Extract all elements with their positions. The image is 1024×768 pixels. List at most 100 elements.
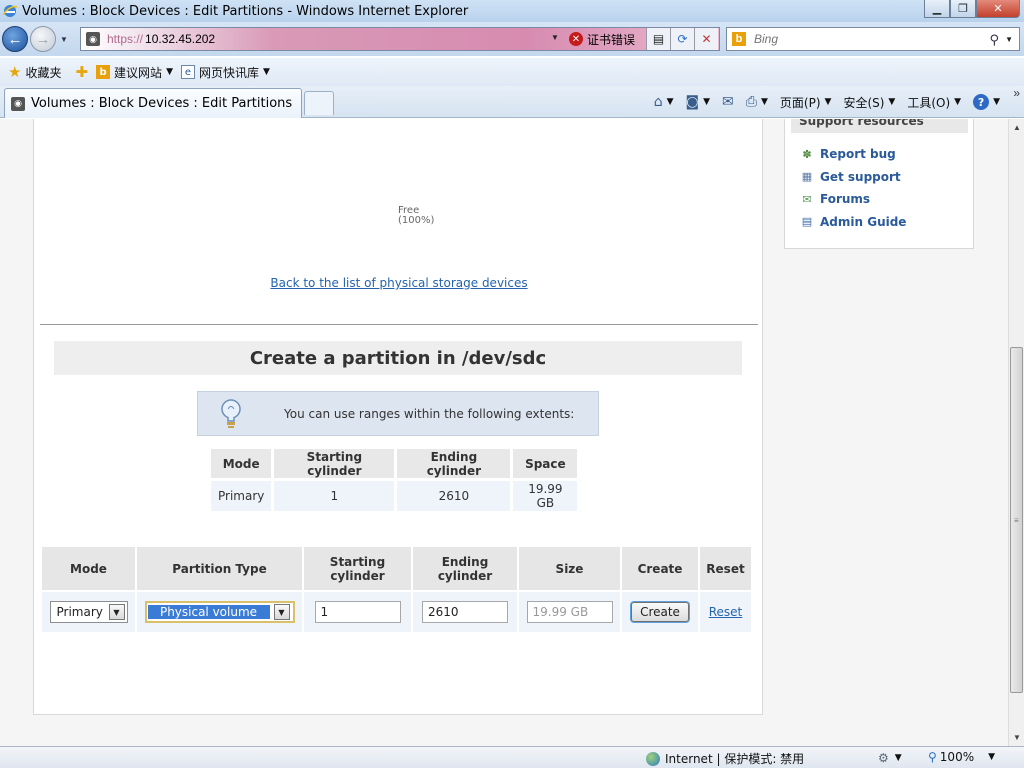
address-dropdown[interactable]: ▼: [551, 33, 559, 42]
get-support-link[interactable]: Get support: [820, 170, 901, 184]
tab-edit-partitions[interactable]: ◉ Volumes : Block Devices : Edit Partiti…: [4, 88, 302, 118]
home-button[interactable]: ⌂ ▼: [654, 94, 674, 110]
scrollbar-thumb[interactable]: ≡: [1010, 347, 1023, 693]
rss-feed-icon: ◙: [685, 94, 700, 110]
zoom-control[interactable]: ⚲ 100% ▼: [928, 750, 995, 764]
command-bar-overflow-icon[interactable]: »: [1013, 86, 1020, 100]
column-header: Space: [513, 449, 578, 478]
minimize-button[interactable]: ▁: [924, 0, 950, 18]
back-button[interactable]: ←: [2, 26, 28, 52]
web-slice-gallery-label: 网页快讯库: [198, 65, 259, 80]
tools-menu[interactable]: 工具(O) ▼: [907, 94, 961, 111]
window-controls: ▁ ❐ ✕: [924, 0, 1020, 18]
scroll-up-icon[interactable]: ▲: [1009, 119, 1024, 136]
search-icon[interactable]: ⚲: [989, 32, 999, 48]
url-host: 10.32.45.202: [145, 32, 216, 46]
search-options-dropdown[interactable]: ▼: [1005, 35, 1013, 44]
safety-menu[interactable]: 安全(S) ▼: [843, 94, 895, 111]
ie-page-icon: e: [180, 65, 195, 79]
reset-link[interactable]: Reset: [709, 605, 743, 619]
help-menu[interactable]: ? ▼: [973, 94, 1000, 110]
sidebar-item-get-support[interactable]: ▦ Get support: [800, 166, 906, 189]
forums-icon: ✉: [802, 193, 812, 206]
compatibility-view-button[interactable]: ▤: [646, 28, 670, 50]
favorites-button[interactable]: ★ 收藏夹: [8, 63, 61, 81]
mode-cell: Primary ▼: [42, 592, 135, 632]
main-content-panel: Free (100%) Back to the list of physical…: [33, 119, 763, 715]
security-zone[interactable]: Internet | 保护模式: 禁用: [646, 750, 804, 767]
suggested-sites-button[interactable]: b 建议网站 ▼: [96, 64, 173, 81]
popup-settings-button[interactable]: ⚙ ▼: [878, 751, 902, 765]
certificate-error-button[interactable]: ✕ 证书错误: [569, 29, 635, 49]
window-titlebar: Volumes : Block Devices : Edit Partition…: [0, 0, 1024, 22]
sidebar-item-admin-guide[interactable]: ▤ Admin Guide: [800, 211, 907, 234]
page-viewport: Free (100%) Back to the list of physical…: [0, 119, 1008, 746]
stop-button[interactable]: ✕: [694, 28, 718, 50]
column-header: Create: [622, 547, 698, 590]
search-box[interactable]: b ⚲ ▼: [726, 27, 1020, 51]
create-button[interactable]: Create: [631, 602, 689, 622]
column-header: Ending cylinder: [397, 449, 511, 478]
tab-favicon-icon: ◉: [11, 96, 25, 111]
reset-cell: Reset: [700, 592, 751, 632]
scroll-down-icon[interactable]: ▼: [1009, 729, 1024, 746]
section-title: Create a partition in /dev/sdc: [54, 341, 742, 375]
navigation-bar: ← → ▼ ◉ https:// 10.32.45.202 ▼ ✕ 证书错误 ▤…: [0, 22, 1024, 56]
table-cell: 2610: [397, 481, 511, 511]
maximize-button[interactable]: ❐: [950, 0, 976, 18]
start-cylinder-input[interactable]: 1: [314, 601, 401, 623]
forward-button[interactable]: →: [30, 26, 56, 52]
security-zone-label: Internet | 保护模式: 禁用: [665, 752, 805, 766]
bing-small-icon: b: [96, 65, 111, 79]
address-bar[interactable]: ◉ https:// 10.32.45.202 ▼ ✕ 证书错误 ▤ ⟳ ✕: [80, 27, 720, 51]
column-header: Mode: [211, 449, 272, 478]
feeds-button[interactable]: ◙ ▼: [686, 94, 711, 110]
home-icon: ⌂: [653, 94, 663, 110]
forums-link[interactable]: Forums: [820, 192, 870, 206]
hint-box: You can use ranges within the following …: [197, 391, 599, 436]
chevron-down-icon: ▼: [824, 97, 832, 107]
back-to-devices-link[interactable]: Back to the list of physical storage dev…: [270, 276, 527, 290]
close-window-button[interactable]: ✕: [976, 0, 1020, 18]
help-icon: ?: [973, 94, 990, 110]
support-icon: ▦: [801, 171, 813, 184]
partition-type-select[interactable]: Physical volume ▼: [144, 601, 295, 623]
certificate-error-shield-icon: ✕: [569, 32, 583, 46]
tools-menu-label: 工具(O): [907, 95, 951, 110]
refresh-button[interactable]: ⟳: [670, 28, 694, 50]
vertical-scrollbar[interactable]: ▲ ≡ ▼: [1008, 119, 1024, 746]
column-header: Mode: [42, 547, 135, 590]
page-menu[interactable]: 页面(P) ▼: [780, 94, 832, 111]
chevron-down-icon: ▼: [166, 67, 173, 77]
command-bar: ⌂ ▼ ◙ ▼ ✉ ⎙ ▼ 页面(P) ▼ 安全(S) ▼ 工具(O) ▼ ? ▼: [642, 90, 1000, 114]
mode-select[interactable]: Primary ▼: [49, 601, 128, 623]
chevron-down-icon: ▼: [666, 97, 674, 107]
add-to-favorites-bar-icon[interactable]: ✚: [75, 63, 88, 81]
web-slice-gallery-button[interactable]: e 网页快讯库 ▼: [180, 64, 270, 81]
search-input[interactable]: [754, 32, 984, 46]
report-bug-link[interactable]: Report bug: [820, 147, 896, 161]
sidebar-item-forums[interactable]: ✉ Forums: [800, 188, 906, 211]
size-input[interactable]: 19.99 GB: [526, 601, 613, 623]
column-header: Starting cylinder: [274, 449, 395, 478]
mail-icon: ✉: [722, 94, 734, 110]
support-resources-header: Support resources: [791, 119, 968, 133]
read-mail-button[interactable]: ✉: [722, 94, 734, 110]
column-header: Size: [519, 547, 620, 590]
recent-pages-dropdown[interactable]: ▼: [60, 35, 68, 44]
book-icon: ▤: [801, 216, 813, 229]
new-tab-button[interactable]: [304, 91, 334, 115]
admin-guide-link[interactable]: Admin Guide: [820, 215, 906, 229]
print-button[interactable]: ⎙ ▼: [746, 94, 768, 110]
zoom-magnifier-icon: ⚲: [928, 750, 937, 764]
favorites-label: 收藏夹: [25, 65, 62, 80]
end-cylinder-input[interactable]: 2610: [422, 601, 508, 623]
bug-icon: ✽: [802, 148, 812, 161]
partition-type-cell: Physical volume ▼: [137, 592, 302, 632]
sidebar-item-report-bug[interactable]: ✽ Report bug: [800, 143, 906, 166]
chevron-down-icon: ▼: [703, 97, 711, 107]
table-header-row: Mode Partition Type Starting cylinder En…: [42, 547, 751, 590]
back-link-container: Back to the list of physical storage dev…: [34, 276, 764, 290]
column-header: Ending cylinder: [413, 547, 517, 590]
table-cell: 19.99 GB: [513, 481, 578, 511]
